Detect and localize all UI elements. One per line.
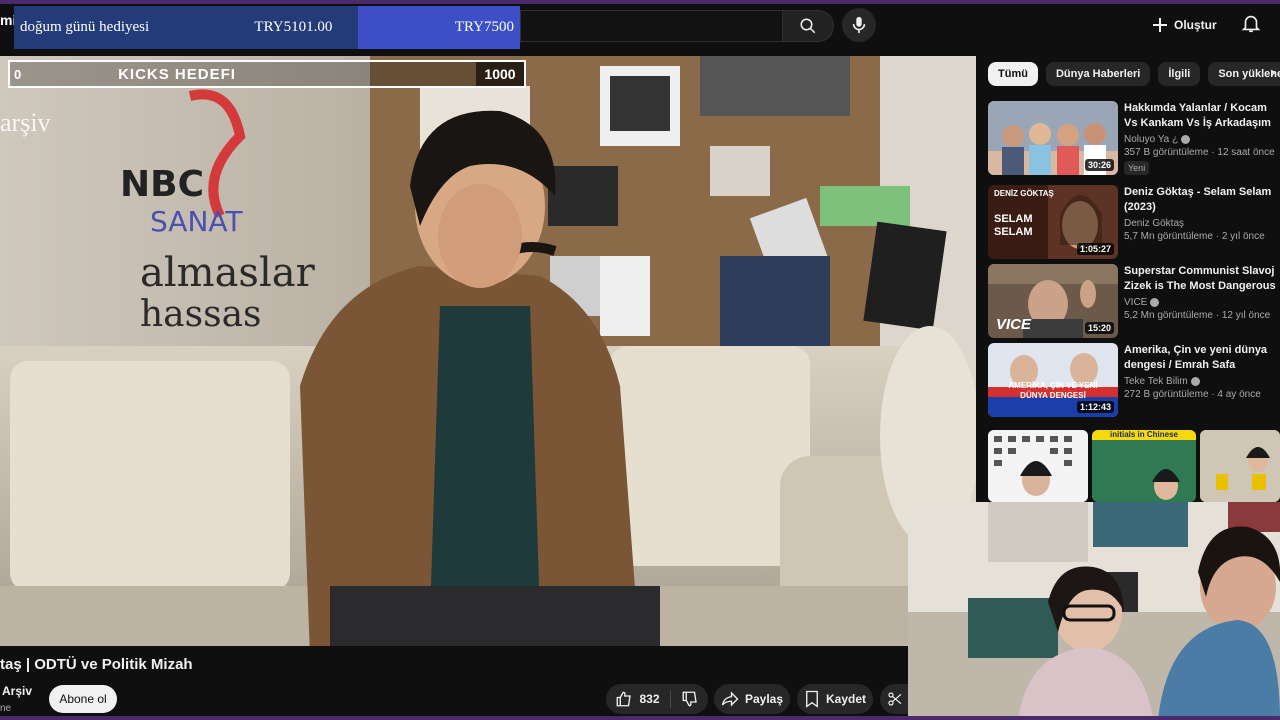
share-button[interactable]: Paylaş (714, 684, 790, 714)
recommendation-item[interactable]: AMERİKA, ÇİN VE YENİ DÜNYA DENGESİ 1:12:… (988, 343, 1280, 417)
short-thumbnail[interactable]: initials in Chinese (1092, 430, 1196, 502)
video-stats: 5,2 Mn görüntüleme · 12 yıl önce (1124, 310, 1271, 321)
video-frame: NBC SANAT almaslar hassas (0, 56, 976, 646)
thumbnail-text: AMERİKA, ÇİN VE YENİ DÜNYA DENGESİ (1008, 381, 1098, 400)
video-player[interactable]: NBC SANAT almaslar hassas (0, 56, 976, 646)
kicks-goal-label: KICKS HEDEFI (118, 65, 236, 83)
recommendation-item[interactable]: DENİZ GÖKTAŞ SELAM SELAM 1:05:27 Deniz G… (988, 185, 1280, 259)
thumbnail-text: SELAM SELAM (994, 213, 1033, 238)
chip-world-news[interactable]: Dünya Haberleri (1045, 62, 1151, 86)
create-label: Oluştur (1174, 18, 1217, 32)
bell-icon (1241, 15, 1261, 33)
save-label: Kaydet (825, 692, 866, 706)
like-count: 832 (639, 692, 660, 706)
video-title[interactable]: Deniz Göktaş - Selam Selam (2023) (1124, 185, 1276, 215)
dislike-button[interactable] (677, 690, 699, 708)
verified-icon (1150, 298, 1160, 307)
svg-text:almaslar: almaslar (140, 250, 316, 296)
verified-icon (1181, 135, 1191, 144)
recommendation-item[interactable]: VICE 15:20 Superstar Communist Slavoj Zi… (988, 264, 1280, 338)
shorts-row: initials in Chinese (988, 430, 1280, 502)
donation-progress: doğum günü hediyesi TRY5101.00 (14, 6, 358, 49)
donation-goal-banner: doğum günü hediyesi TRY5101.00 TRY7500 (14, 6, 520, 49)
voice-search-button[interactable] (842, 8, 876, 42)
search-icon (800, 18, 816, 34)
channel-name[interactable]: Noluyo Ya ¿ (1124, 134, 1178, 145)
thumbnail-top-text: DENİZ GÖKTAŞ (994, 189, 1054, 198)
create-button[interactable]: Oluştur (1152, 9, 1236, 41)
short-thumbnail[interactable] (1200, 430, 1280, 502)
video-stats: 5,7 Mn görüntüleme · 2 yıl önce (1124, 231, 1265, 242)
like-button[interactable]: 832 (615, 690, 671, 708)
bookmark-icon (806, 690, 818, 708)
channel-subscriber-count: ne (0, 703, 12, 714)
new-badge: Yeni (1124, 161, 1150, 175)
video-thumbnail[interactable]: 30:26 (988, 101, 1118, 175)
video-duration: 1:12:43 (1076, 401, 1114, 413)
channel-name[interactable]: Teke Tek Bilim (1124, 376, 1188, 387)
short-caption: initials in Chinese (1092, 430, 1196, 440)
notifications-button[interactable] (1240, 12, 1264, 36)
svg-text:NBC: NBC (120, 164, 204, 205)
kicks-start-value: 0 (14, 66, 22, 82)
short-thumbnail[interactable] (988, 430, 1088, 502)
search-button[interactable] (782, 10, 834, 42)
like-dislike-group: 832 (606, 684, 708, 714)
save-button[interactable]: Kaydet (797, 684, 873, 714)
video-title[interactable]: Superstar Communist Slavoj Zizek is The … (1124, 264, 1276, 294)
video-thumbnail[interactable]: AMERİKA, ÇİN VE YENİ DÜNYA DENGESİ 1:12:… (988, 343, 1118, 417)
channel-name[interactable]: Deniz Göktaş (1124, 218, 1184, 229)
thumbs-up-icon (617, 691, 632, 707)
video-thumbnail[interactable]: VICE 15:20 (988, 264, 1118, 338)
channel-name[interactable]: VICE (1124, 297, 1147, 308)
microphone-icon (852, 16, 866, 34)
donation-title: doğum günü hediyesi (20, 19, 150, 35)
clip-button[interactable] (880, 684, 910, 714)
channel-name[interactable]: Arşiv (2, 684, 32, 698)
share-icon (721, 691, 739, 707)
recommendation-item[interactable]: 30:26 Hakkımda Yalanlar / Kocam Vs Kanka… (988, 101, 1280, 175)
plus-icon (1153, 18, 1167, 32)
video-duration: 1:05:27 (1076, 243, 1114, 255)
video-stats: 357 B görüntüleme · 12 saat önce (1124, 147, 1275, 158)
verified-icon (1190, 377, 1200, 386)
video-title[interactable]: Amerika, Çin ve yeni dünya dengesi / Emr… (1124, 343, 1276, 373)
video-title: taş | ODTÜ ve Politik Mizah (0, 656, 193, 673)
search-input[interactable] (520, 10, 783, 42)
filter-chips: Tümü Dünya Haberleri İlgili Son yüklene (988, 62, 1280, 88)
thumbs-down-icon (682, 691, 697, 707)
donation-goal: TRY7500 (358, 6, 520, 49)
subscribe-button[interactable]: Abone ol (49, 685, 117, 713)
chip-related[interactable]: İlgili (1158, 62, 1201, 86)
webcam-overlay (908, 502, 1280, 720)
donation-current: TRY5101.00 (254, 19, 333, 35)
svg-text:hassas: hassas (140, 294, 262, 335)
video-stats: 272 B görüntüleme · 4 ay önce (1124, 389, 1261, 400)
channel-watermark: arşiv (0, 108, 51, 137)
thumbnail-logo-text: VICE (996, 316, 1032, 333)
video-thumbnail[interactable]: DENİZ GÖKTAŞ SELAM SELAM 1:05:27 (988, 185, 1118, 259)
video-title[interactable]: Hakkımda Yalanlar / Kocam Vs Kankam Vs İ… (1124, 101, 1276, 131)
video-duration: 15:20 (1084, 322, 1114, 334)
chevron-right-icon[interactable]: › (1270, 64, 1275, 82)
share-label: Paylaş (744, 692, 784, 706)
kicks-goal-bar: 0 KICKS HEDEFI 1000 (8, 60, 526, 88)
scissors-icon (888, 692, 902, 706)
chip-all[interactable]: Tümü (988, 62, 1038, 86)
svg-text:SANAT: SANAT (150, 205, 243, 238)
video-duration: 30:26 (1084, 159, 1114, 171)
bottom-border (0, 716, 1280, 720)
webcam-frame (908, 502, 1280, 720)
kicks-target-value: 1000 (476, 62, 524, 86)
